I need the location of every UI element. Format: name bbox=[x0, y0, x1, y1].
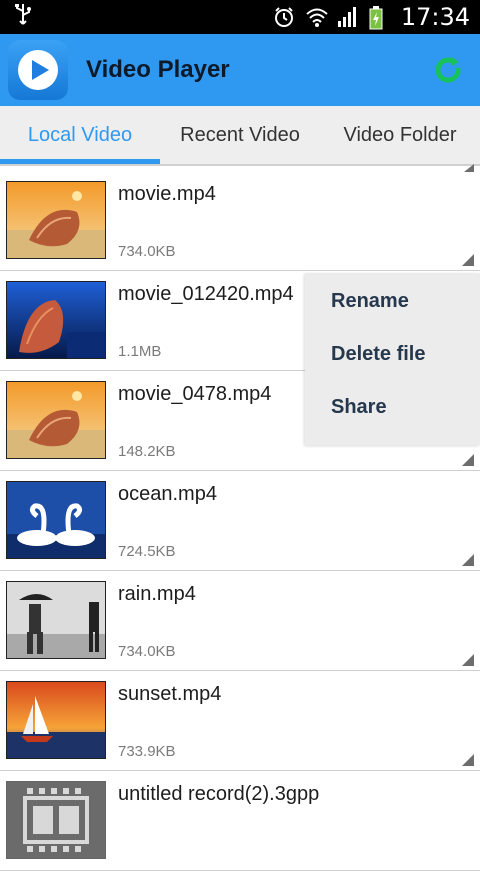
usb-icon bbox=[14, 3, 32, 31]
refresh-icon[interactable] bbox=[432, 54, 464, 86]
battery-charging-icon bbox=[369, 6, 391, 30]
video-list-item[interactable]: sunset.mp4 733.9KB bbox=[0, 671, 480, 771]
context-menu: Rename Delete file Share bbox=[305, 273, 480, 445]
video-list-item[interactable]: untitled record(2).3gpp bbox=[0, 771, 480, 871]
corner-indicator bbox=[462, 254, 474, 266]
video-name: sunset.mp4 bbox=[118, 683, 222, 705]
film-placeholder-icon bbox=[6, 781, 106, 859]
app-bar: Video Player bbox=[0, 34, 480, 106]
status-bar: 17:34 bbox=[0, 0, 480, 34]
wifi-icon bbox=[305, 6, 328, 28]
status-time: 17:34 bbox=[400, 3, 470, 31]
video-size: 734.0KB bbox=[118, 243, 176, 260]
alarm-icon bbox=[273, 6, 295, 28]
corner-indicator bbox=[462, 754, 474, 766]
corner-indicator bbox=[462, 454, 474, 466]
menu-item-share[interactable]: Share bbox=[305, 381, 480, 434]
tab-video-folder[interactable]: Video Folder bbox=[320, 106, 480, 164]
video-name: movie_012420.mp4 bbox=[118, 283, 294, 305]
corner-indicator bbox=[462, 654, 474, 666]
menu-item-rename[interactable]: Rename bbox=[305, 275, 480, 328]
video-size: 734.0KB bbox=[118, 643, 176, 660]
video-name: rain.mp4 bbox=[118, 583, 196, 605]
video-size: 724.5KB bbox=[118, 543, 176, 560]
corner-indicator bbox=[462, 554, 474, 566]
tab-bar: Local Video Recent Video Video Folder bbox=[0, 106, 480, 164]
video-list-item[interactable]: rain.mp4 734.0KB bbox=[0, 571, 480, 671]
tab-divider bbox=[0, 164, 480, 166]
tab-recent-video[interactable]: Recent Video bbox=[160, 106, 320, 164]
video-thumbnail bbox=[6, 681, 106, 759]
video-list-item[interactable]: ocean.mp4 724.5KB bbox=[0, 471, 480, 571]
video-name: movie_0478.mp4 bbox=[118, 383, 272, 405]
video-thumbnail bbox=[6, 381, 106, 459]
play-icon bbox=[8, 40, 68, 100]
video-size: 148.2KB bbox=[118, 443, 176, 460]
video-name: movie.mp4 bbox=[118, 183, 216, 205]
video-size: 1.1MB bbox=[118, 343, 162, 360]
video-thumbnail bbox=[6, 481, 106, 559]
video-name: untitled record(2).3gpp bbox=[118, 783, 320, 805]
video-list-item[interactable]: movie.mp4 734.0KB bbox=[0, 171, 480, 271]
app-title: Video Player bbox=[86, 56, 230, 83]
video-name: ocean.mp4 bbox=[118, 483, 217, 505]
video-thumbnail bbox=[6, 181, 106, 259]
video-thumbnail bbox=[6, 281, 106, 359]
video-thumbnail bbox=[6, 581, 106, 659]
signal-icon bbox=[337, 6, 359, 28]
tab-local-video[interactable]: Local Video bbox=[0, 106, 160, 164]
video-size: 733.9KB bbox=[118, 743, 176, 760]
menu-item-delete-file[interactable]: Delete file bbox=[305, 328, 480, 381]
